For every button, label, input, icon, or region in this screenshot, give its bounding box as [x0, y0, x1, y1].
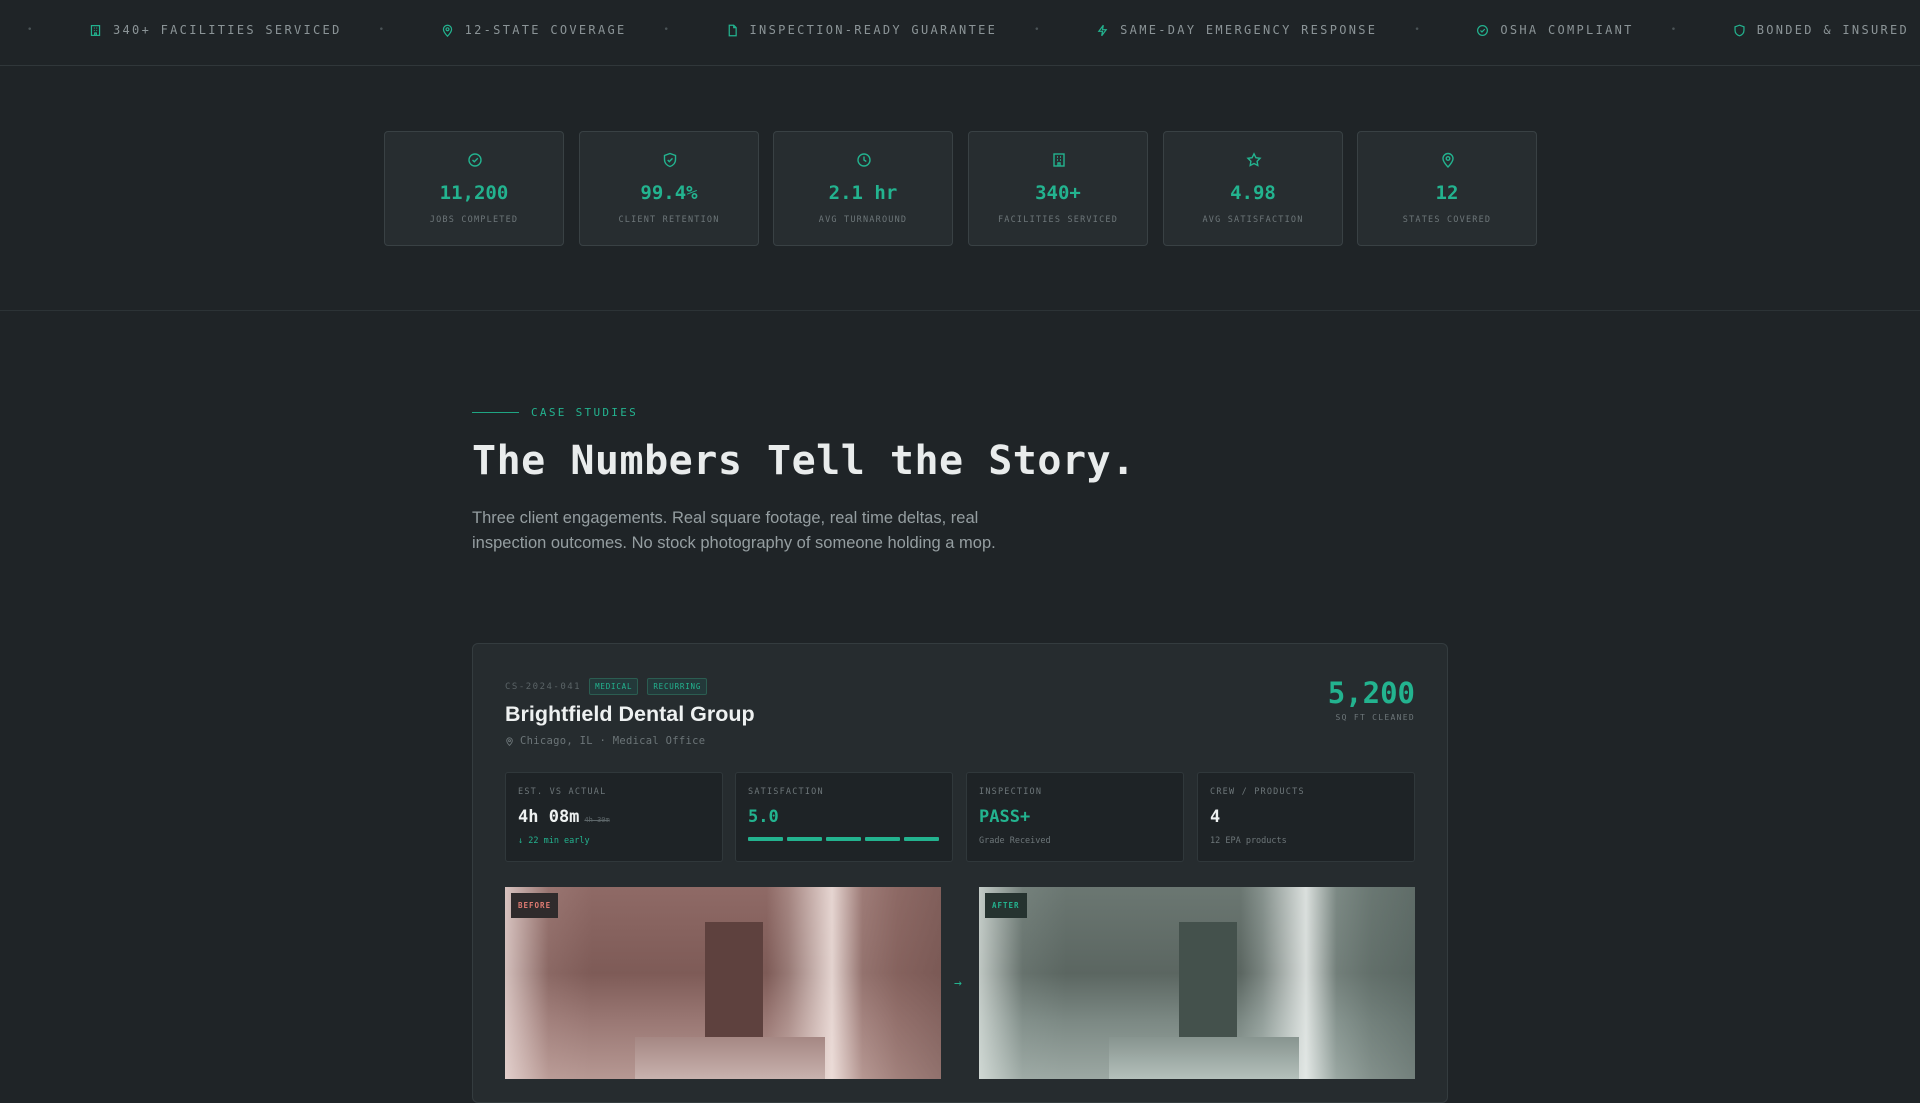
satisfaction-bar [748, 837, 783, 841]
actual-time: 4h 08m [518, 807, 580, 827]
ticker-item: BONDED & INSURED [1733, 23, 1909, 37]
satisfaction-bar [787, 837, 822, 841]
metric-label: CREW / PRODUCTS [1210, 787, 1305, 797]
building-icon [1053, 153, 1065, 167]
ticker-separator: • [378, 25, 385, 35]
building-icon [90, 24, 101, 36]
check-circle-icon [468, 153, 482, 167]
stat-card-satisfaction: 4.98 AVG SATISFACTION [1163, 131, 1343, 246]
shield-icon [1734, 24, 1745, 36]
stat-label: CLIENT RETENTION [618, 215, 720, 225]
stat-value: 340+ [1035, 182, 1081, 204]
section-eyebrow: CASE STUDIES [472, 406, 638, 419]
stat-card-jobs: 11,200 JOBS COMPLETED [384, 131, 564, 246]
before-photo: BEFORE [505, 887, 941, 1079]
stat-card-turnaround: 2.1 hr AVG TURNAROUND [773, 131, 953, 246]
stat-value: 11,200 [439, 182, 509, 204]
ticker-separator: • [27, 25, 33, 35]
star-icon [1246, 152, 1262, 167]
stats-band: 11,200 JOBS COMPLETED 99.4% CLIENT RETEN… [0, 66, 1920, 311]
ticker-separator: • [663, 25, 669, 35]
ticker-separator: • [1670, 25, 1677, 35]
photo-door [1179, 922, 1237, 1047]
stat-value: 4.98 [1230, 182, 1276, 204]
photo-floor [635, 1037, 825, 1079]
ticker-item: SAME-DAY EMERGENCY RESPONSE [1096, 23, 1377, 37]
case-location: Chicago, IL · Medical Office [505, 735, 705, 747]
stat-card-facilities: 340+ FACILITIES SERVICED [968, 131, 1148, 246]
ticker-label: INSPECTION-READY GUARANTEE [749, 23, 998, 37]
section-lead: Three client engagements. Real square fo… [472, 509, 996, 552]
tag-medical: MEDICAL [589, 678, 639, 695]
metric-sub: 12 EPA products [1210, 836, 1287, 846]
ticker-label: SAME-DAY EMERGENCY RESPONSE [1120, 23, 1378, 37]
sqft-summary: 5,200 SQ FT CLEANED [1328, 676, 1415, 722]
ticker-item: 12-STATE COVERAGE [441, 23, 627, 37]
before-badge: BEFORE [511, 893, 559, 918]
stat-label: AVG TURNAROUND [818, 215, 908, 225]
metric-value: 4h 08m 4h 30m [518, 807, 610, 827]
stat-card-retention: 99.4% CLIENT RETENTION [579, 131, 759, 246]
ticker-item: 340+ FACILITIES SERVICED [89, 23, 342, 37]
ticker-separator: • [1034, 25, 1040, 35]
lightning-icon [1097, 24, 1108, 36]
metric-label: SATISFACTION [748, 787, 824, 797]
map-pin-icon [506, 736, 513, 746]
tag-recurring: RECURRING [647, 678, 708, 695]
stat-label: STATES COVERED [1402, 215, 1492, 225]
ticker-label: 340+ FACILITIES SERVICED [113, 23, 342, 37]
ticker-label: BONDED & INSURED [1756, 23, 1910, 37]
photo-floor [1109, 1037, 1299, 1079]
metric-est-vs-actual: EST. VS ACTUAL 4h 08m 4h 30m ↓ 22 min ear… [505, 772, 723, 862]
sqft-label: SQ FT CLEANED [1335, 713, 1415, 722]
case-id: CS-2024-041 [505, 681, 582, 692]
case-title: Brightfield Dental Group [505, 702, 755, 726]
metric-value: 4 [1210, 807, 1221, 827]
section-title: The Numbers Tell the Story. [472, 438, 1136, 484]
case-study-card[interactable]: CS-2024-041 MEDICAL RECURRING Brightfiel… [472, 643, 1448, 1103]
case-meta: CS-2024-041 MEDICAL RECURRING [505, 678, 716, 695]
after-badge: AFTER [985, 893, 1027, 918]
metric-value: 5.0 [748, 807, 779, 827]
map-pin-icon [442, 24, 452, 37]
satisfaction-bars [748, 837, 943, 841]
ticker-item: OSHA COMPLIANT [1476, 23, 1633, 37]
document-icon [728, 24, 737, 36]
stat-value: 2.1 hr [828, 182, 898, 204]
ticker-item: INSPECTION-READY GUARANTEE [726, 23, 998, 37]
metric-value: PASS+ [979, 807, 1031, 827]
estimated-time: 4h 30m [584, 816, 610, 824]
stat-label: JOBS COMPLETED [429, 215, 519, 225]
sqft-value: 5,200 [1327, 676, 1415, 710]
stat-value: 12 [1435, 182, 1459, 204]
stat-label: FACILITIES SERVICED [997, 215, 1119, 225]
trust-ticker: • 340+ FACILITIES SERVICED • 12-STATE CO… [0, 0, 1920, 66]
photo-door [705, 922, 763, 1047]
stat-card-states: 12 STATES COVERED [1357, 131, 1537, 246]
shield-check-icon [663, 152, 677, 168]
stat-label: AVG SATISFACTION [1202, 215, 1304, 225]
metric-sub: Grade Received [979, 836, 1051, 846]
after-photo: AFTER [979, 887, 1415, 1079]
eyebrow-text: CASE STUDIES [531, 406, 639, 419]
satisfaction-bar [865, 837, 900, 841]
stat-value: 99.4% [640, 182, 698, 204]
metric-satisfaction: SATISFACTION 5.0 [735, 772, 953, 862]
metric-label: INSPECTION [979, 787, 1043, 797]
ticker-label: OSHA COMPLIANT [1500, 23, 1634, 37]
satisfaction-bar [826, 837, 861, 841]
map-pin-icon [1442, 152, 1454, 168]
ticker-label: 12-STATE COVERAGE [464, 23, 627, 37]
metric-sub: ↓ 22 min early [518, 836, 590, 846]
arrow-right-icon: → [954, 976, 962, 991]
clock-icon [857, 153, 871, 167]
metric-crew-products: CREW / PRODUCTS 4 12 EPA products [1197, 772, 1415, 862]
case-location-text: Chicago, IL · Medical Office [520, 735, 706, 747]
metric-label: EST. VS ACTUAL [518, 787, 607, 797]
metric-inspection: INSPECTION PASS+ Grade Received [966, 772, 1184, 862]
eyebrow-rule [472, 412, 519, 413]
check-circle-icon [1477, 24, 1489, 36]
ticker-separator: • [1414, 25, 1420, 35]
satisfaction-bar [904, 837, 939, 841]
